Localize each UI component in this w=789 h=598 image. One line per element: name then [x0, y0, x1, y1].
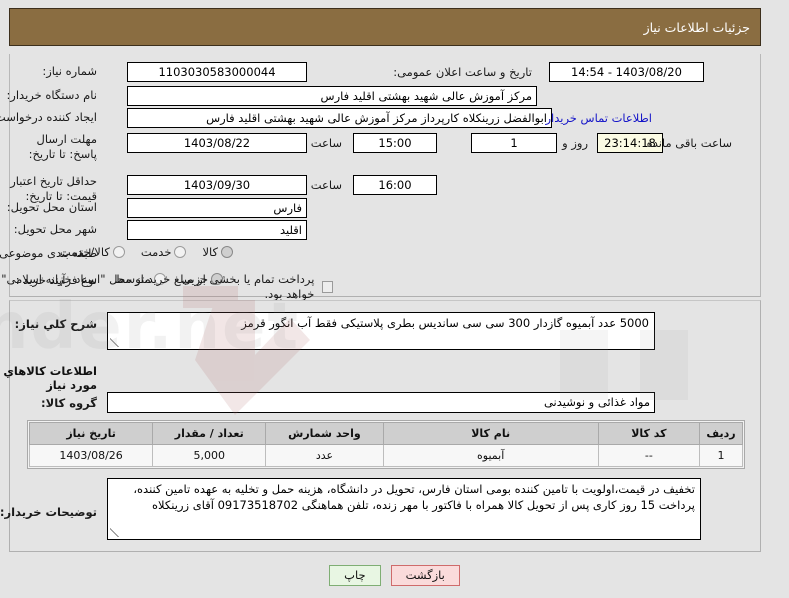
cell-qty: 5,000 — [152, 444, 267, 467]
cell-code: -- — [597, 444, 700, 467]
col-unit: واحد شمارش — [265, 422, 384, 445]
deadline-row: مهلت ارسال پاسخ: تا تاریخ: — [11, 132, 97, 162]
col-need-date: تاریخ نیاز — [28, 422, 154, 445]
deadline-date: 1403/08/22 — [127, 133, 307, 153]
notes-textarea[interactable]: تخفیف در قیمت،اولویت با تامین کننده بومی… — [107, 478, 701, 540]
radio-category-both[interactable] — [112, 246, 125, 258]
treasury-checkbox[interactable] — [322, 281, 333, 293]
col-name: نام کالا — [382, 422, 599, 445]
cell-unit: عدد — [265, 444, 384, 467]
treasury-checkbox-wrap[interactable]: پرداخت تمام یا بخشی از مبلغ خرید،از محل … — [0, 272, 337, 302]
notes-label: توضیحات خریدار: — [0, 505, 97, 519]
buyer-org-label: نام دستگاه خریدار: — [6, 88, 97, 102]
col-qty: تعداد / مقدار — [152, 422, 267, 445]
radio-category-khedmat-label: خدمت — [140, 245, 172, 259]
public-announce-label: تاریخ و ساعت اعلان عمومی: — [393, 65, 532, 79]
notes-line-1: تخفیف در قیمت،اولویت با تامین کننده بومی… — [133, 482, 695, 496]
cell-row-no: 1 — [698, 444, 744, 467]
buyer-org-value: مرکز آموزش عالی شهید بهشتی اقلید فارس — [127, 86, 537, 106]
table-row[interactable]: 1 -- آبمیوه عدد 5,000 1403/08/26 — [28, 444, 744, 467]
goods-table: ردیف کد کالا نام کالا واحد شمارش تعداد /… — [28, 422, 744, 467]
city-value: اقلید — [127, 220, 307, 240]
goods-section-title: اطلاعات کالاهاي مورد نیاز — [3, 364, 97, 392]
deadline-time: 15:00 — [353, 133, 437, 153]
back-button[interactable]: بازگشت — [390, 565, 460, 586]
public-announce-value: 1403/08/20 - 14:54 — [549, 62, 704, 82]
province-value: فارس — [127, 198, 307, 218]
summary-row: شرح کلي نیاز: — [15, 317, 97, 332]
city-row: شهر محل تحویل: — [14, 222, 97, 237]
need-number-row: شماره نیاز: — [42, 64, 97, 79]
goods-group-label: گروه کالا: — [41, 396, 97, 410]
cell-need-date: 1403/08/26 — [28, 444, 154, 467]
price-validity-date: 1403/09/30 — [127, 175, 307, 195]
goods-group-row: گروه کالا: — [41, 396, 97, 411]
notes-line-2: پرداخت 15 روز کاری پس از تحویل کالا همرا… — [152, 497, 695, 512]
category-radio-group[interactable]: کالا خدمت کالا/خدمت — [48, 245, 237, 259]
need-number-label: شماره نیاز: — [42, 64, 97, 78]
buyer-contact-link[interactable]: اطلاعات تماس خریدار — [545, 108, 652, 128]
goods-group-value: مواد غذائی و نوشیدنی — [107, 392, 655, 413]
notes-row: توضیحات خریدار: — [0, 505, 97, 520]
col-code: کد کالا — [597, 422, 700, 445]
creator-row: ایجاد کننده درخواست: — [0, 110, 97, 125]
price-validity-time: 16:00 — [353, 175, 437, 195]
page-title: جزئیات اطلاعات نیاز — [643, 19, 750, 35]
deadline-label: مهلت ارسال پاسخ: تا تاریخ: — [28, 132, 97, 161]
page-header: جزئیات اطلاعات نیاز — [9, 8, 761, 46]
city-label: شهر محل تحویل: — [13, 222, 97, 236]
buyer-org-row: نام دستگاه خریدار: — [6, 88, 97, 103]
page-root: iranlender.net جزئیات اطلاعات نیاز شماره… — [0, 0, 789, 598]
remaining-days: 1 — [471, 133, 557, 153]
action-buttons: بازگشت چاپ — [0, 565, 789, 586]
treasury-checkbox-label: پرداخت تمام یا بخشی از مبلغ خرید،از محل … — [1, 272, 315, 301]
need-number-value: 1103030583000044 — [127, 62, 307, 82]
table-header-row: ردیف کد کالا نام کالا واحد شمارش تعداد /… — [28, 422, 744, 445]
price-validity-time-label: ساعت — [310, 178, 342, 192]
remaining-suffix: ساعت باقی مانده — [646, 136, 732, 150]
radio-category-both-label: کالا/خدمت — [59, 245, 110, 259]
province-label: استان محل تحویل: — [6, 200, 97, 214]
print-button[interactable]: چاپ — [329, 565, 381, 586]
creator-label: ایجاد کننده درخواست: — [0, 110, 97, 124]
remaining-days-suffix: روز و — [562, 136, 588, 150]
radio-category-khedmat[interactable] — [174, 246, 187, 258]
creator-value: ابوالفضل زرینکلاه کارپرداز مرکز آموزش عا… — [127, 108, 552, 128]
summary-label: شرح کلي نیاز: — [14, 317, 97, 331]
radio-category-kala-label: کالا — [202, 245, 218, 259]
col-row-no: ردیف — [698, 422, 744, 445]
deadline-time-label: ساعت — [310, 136, 342, 150]
cell-name: آبمیوه — [382, 444, 599, 467]
summary-textarea[interactable]: 5000 عدد آبمیوه گازدار 300 سی سی ساندیس … — [107, 312, 655, 350]
province-row: استان محل تحویل: — [7, 200, 97, 215]
radio-category-kala[interactable] — [221, 246, 233, 258]
goods-table-wrap: ردیف کد کالا نام کالا واحد شمارش تعداد /… — [27, 420, 745, 469]
